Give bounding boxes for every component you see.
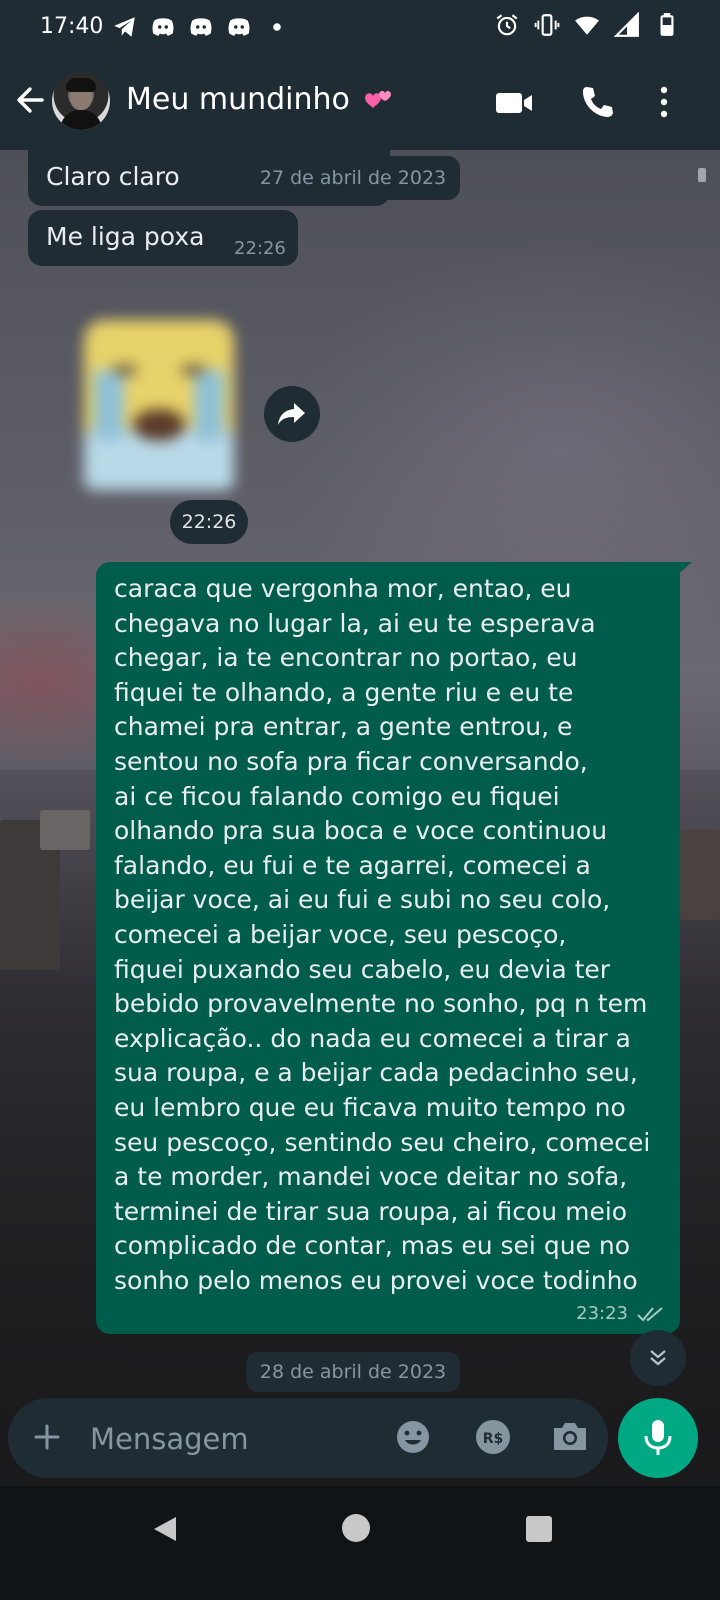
vibrate-icon [534, 14, 560, 36]
voice-call-icon[interactable] [580, 84, 614, 120]
nav-back-icon[interactable] [150, 1514, 180, 1544]
emoji-icon[interactable] [394, 1418, 432, 1456]
message-text: caraca que vergonha mor, entao, eu chega… [114, 574, 651, 1295]
message-time: 23:23 [576, 1303, 628, 1324]
plus-icon[interactable] [30, 1420, 64, 1454]
double-check-icon [637, 1306, 663, 1321]
nav-recents-button[interactable] [526, 1516, 552, 1542]
battery-icon [660, 13, 674, 36]
status-bar: 17:40 [0, 0, 720, 56]
svg-text:R$: R$ [483, 1431, 504, 1447]
message-composer: R$ [8, 1398, 608, 1478]
avatar-body [60, 110, 102, 130]
message-bubble-outgoing[interactable]: caraca que vergonha mor, entao, eu chega… [96, 562, 680, 1334]
chat-header: Meu mundinho [0, 56, 720, 150]
forward-button[interactable] [264, 386, 320, 442]
alarm-icon [496, 14, 518, 36]
message-text: Claro claro [46, 162, 180, 191]
date-chip: 27 de abril de 2023 [246, 156, 460, 200]
message-meta: 23:23 [576, 1303, 664, 1324]
double-chevron-down-icon [650, 1350, 666, 1366]
message-text: Me liga poxa [46, 222, 205, 251]
forward-icon [278, 403, 305, 425]
status-time: 17:40 [40, 14, 104, 39]
system-navigation-bar [0, 1486, 720, 1600]
date-chip: 28 de abril de 2023 [246, 1352, 460, 1392]
payment-icon[interactable]: R$ [474, 1418, 512, 1456]
message-input[interactable] [88, 1412, 372, 1466]
message-time: 22:26 [234, 238, 286, 259]
back-arrow-icon[interactable] [12, 78, 48, 122]
wifi-icon [575, 16, 599, 35]
sticker-image[interactable] [74, 310, 244, 500]
scroll-to-bottom-button[interactable] [630, 1330, 686, 1386]
discord-icon [228, 18, 250, 36]
camera-icon[interactable] [550, 1418, 590, 1456]
video-call-icon[interactable] [494, 86, 534, 120]
voice-message-button[interactable] [618, 1398, 698, 1478]
chat-title[interactable]: Meu mundinho [126, 82, 397, 117]
more-vert-icon[interactable] [654, 84, 674, 120]
dot-icon [273, 23, 281, 31]
chat-name: Meu mundinho [126, 82, 350, 117]
signal-icon [614, 12, 639, 37]
avatar-hair [66, 78, 96, 92]
system-icons [494, 12, 680, 38]
avatar[interactable] [52, 72, 110, 130]
two-hearts-icon [365, 90, 392, 108]
microphone-icon [644, 1420, 672, 1455]
discord-icon [190, 18, 212, 36]
message-bubble-incoming[interactable]: Me liga poxa 22:26 [28, 210, 298, 266]
discord-icon [152, 18, 174, 36]
wallpaper-house [40, 810, 90, 850]
sticker-time: 22:26 [170, 500, 248, 544]
telegram-icon [114, 17, 135, 37]
scrollbar-thumb[interactable] [698, 168, 706, 182]
wallpaper-house [680, 830, 720, 920]
notification-icons [112, 14, 290, 40]
nav-home-button[interactable] [342, 1514, 370, 1542]
